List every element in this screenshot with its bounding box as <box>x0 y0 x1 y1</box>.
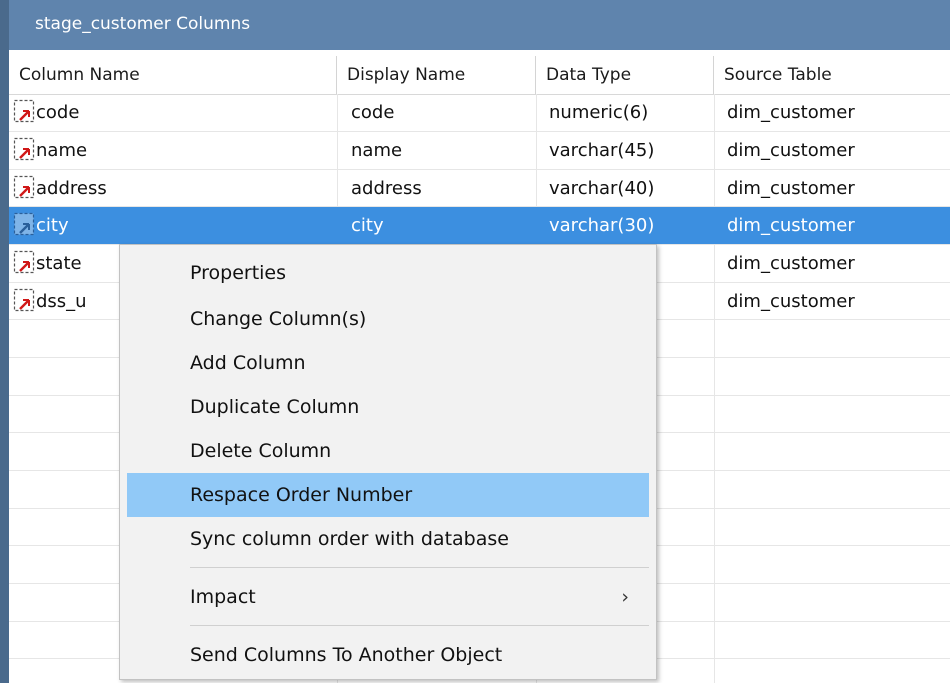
cell-source-table: dim_customer <box>727 291 855 312</box>
menu-item-impact[interactable]: Impact › <box>127 575 649 619</box>
menu-item-properties[interactable]: Properties <box>127 251 649 295</box>
menu-item-sync-column-order[interactable]: Sync column order with database <box>127 517 649 561</box>
column-arrow-icon <box>13 288 35 312</box>
menu-separator <box>190 567 649 568</box>
cell-display-name: code <box>351 102 395 123</box>
cell-data-type: varchar(45) <box>549 140 655 161</box>
chevron-right-icon: › <box>621 586 629 608</box>
cell-column-name: code <box>36 102 80 123</box>
cell-column-name: state <box>36 253 82 274</box>
menu-item-respace-order-number[interactable]: Respace Order Number <box>127 473 649 517</box>
cell-column-name: city <box>36 215 69 236</box>
menu-item-delete-column[interactable]: Delete Column <box>127 429 649 473</box>
column-arrow-icon <box>13 137 35 161</box>
cell-source-table: dim_customer <box>727 102 855 123</box>
cell-display-name: name <box>351 140 403 161</box>
menu-item-duplicate-column[interactable]: Duplicate Column <box>127 385 649 429</box>
column-arrow-icon <box>13 212 35 236</box>
cell-column-name: address <box>36 178 107 199</box>
context-menu: Properties Change Column(s) Add Column D… <box>119 244 657 680</box>
menu-item-impact-label: Impact <box>190 586 256 608</box>
column-arrow-icon <box>13 175 35 199</box>
table-row[interactable]: address address varchar(40) dim_customer <box>9 170 950 207</box>
title-bar[interactable]: stage_customer Columns <box>9 0 950 50</box>
cell-data-type: varchar(30) <box>549 215 655 236</box>
column-header-row: Column Name Display Name Data Type Sourc… <box>9 56 950 95</box>
table-row-selected[interactable]: city city varchar(30) dim_customer <box>9 207 950 244</box>
cell-display-name: city <box>351 215 384 236</box>
column-arrow-icon <box>13 250 35 274</box>
cell-source-table: dim_customer <box>727 178 855 199</box>
window-title: stage_customer Columns <box>35 14 251 34</box>
window-left-border <box>0 0 9 683</box>
cell-source-table: dim_customer <box>727 140 855 161</box>
header-source-table[interactable]: Source Table <box>714 56 950 94</box>
menu-item-change-columns[interactable]: Change Column(s) <box>127 297 649 341</box>
table-row[interactable]: code code numeric(6) dim_customer <box>9 94 950 131</box>
column-arrow-icon <box>13 99 35 123</box>
cell-data-type: numeric(6) <box>549 102 649 123</box>
header-column-name[interactable]: Column Name <box>9 56 337 94</box>
columns-window: stage_customer Columns Column Name Displ… <box>0 0 950 683</box>
cell-column-name: dss_u <box>36 291 87 312</box>
cell-display-name: address <box>351 178 422 199</box>
cell-data-type: varchar(40) <box>549 178 655 199</box>
cell-source-table: dim_customer <box>727 215 855 236</box>
cell-source-table: dim_customer <box>727 253 855 274</box>
header-data-type[interactable]: Data Type <box>536 56 714 94</box>
menu-item-add-column[interactable]: Add Column <box>127 341 649 385</box>
menu-separator <box>190 625 649 626</box>
menu-item-send-columns[interactable]: Send Columns To Another Object <box>127 633 649 677</box>
header-display-name[interactable]: Display Name <box>337 56 536 94</box>
cell-column-name: name <box>36 140 88 161</box>
table-row[interactable]: name name varchar(45) dim_customer <box>9 132 950 169</box>
